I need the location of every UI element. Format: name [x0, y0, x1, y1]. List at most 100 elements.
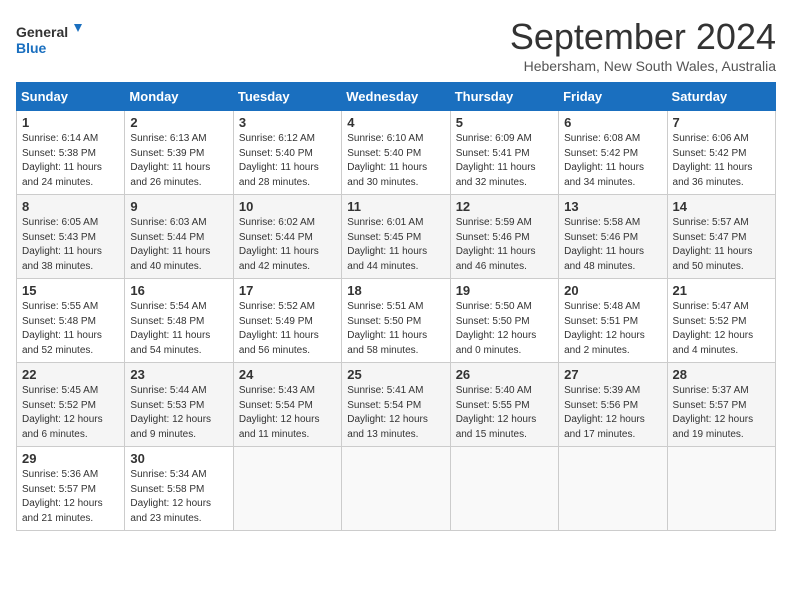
calendar-cell: [667, 447, 775, 531]
day-number: 11: [347, 199, 444, 214]
calendar-cell: 16 Sunrise: 5:54 AMSunset: 5:48 PMDaylig…: [125, 279, 233, 363]
day-number: 30: [130, 451, 227, 466]
calendar-cell: 20 Sunrise: 5:48 AMSunset: 5:51 PMDaylig…: [559, 279, 667, 363]
logo-svg: General Blue: [16, 20, 86, 60]
day-info: Sunrise: 5:39 AMSunset: 5:56 PMDaylight:…: [564, 384, 661, 442]
day-info: Sunrise: 6:10 AMSunset: 5:40 PMDaylight:…: [347, 132, 444, 190]
header: General Blue September 2024 Hebersham, N…: [16, 16, 776, 74]
day-info: Sunrise: 6:01 AMSunset: 5:45 PMDaylight:…: [347, 216, 444, 274]
day-number: 28: [673, 367, 770, 382]
calendar-cell: 25 Sunrise: 5:41 AMSunset: 5:54 PMDaylig…: [342, 363, 450, 447]
day-number: 8: [22, 199, 119, 214]
day-number: 10: [239, 199, 336, 214]
week-row-4: 22 Sunrise: 5:45 AMSunset: 5:52 PMDaylig…: [17, 363, 776, 447]
day-info: Sunrise: 5:50 AMSunset: 5:50 PMDaylight:…: [456, 300, 553, 358]
day-info: Sunrise: 5:44 AMSunset: 5:53 PMDaylight:…: [130, 384, 227, 442]
day-number: 6: [564, 115, 661, 130]
weekday-header-monday: Monday: [125, 83, 233, 111]
calendar-cell: 24 Sunrise: 5:43 AMSunset: 5:54 PMDaylig…: [233, 363, 341, 447]
logo: General Blue: [16, 20, 86, 60]
calendar-cell: 22 Sunrise: 5:45 AMSunset: 5:52 PMDaylig…: [17, 363, 125, 447]
day-info: Sunrise: 5:36 AMSunset: 5:57 PMDaylight:…: [22, 468, 119, 526]
calendar-cell: 5 Sunrise: 6:09 AMSunset: 5:41 PMDayligh…: [450, 111, 558, 195]
day-info: Sunrise: 6:05 AMSunset: 5:43 PMDaylight:…: [22, 216, 119, 274]
title-area: September 2024 Hebersham, New South Wale…: [510, 16, 776, 74]
calendar-cell: 17 Sunrise: 5:52 AMSunset: 5:49 PMDaylig…: [233, 279, 341, 363]
day-number: 29: [22, 451, 119, 466]
calendar-cell: 15 Sunrise: 5:55 AMSunset: 5:48 PMDaylig…: [17, 279, 125, 363]
day-info: Sunrise: 5:40 AMSunset: 5:55 PMDaylight:…: [456, 384, 553, 442]
calendar-cell: 9 Sunrise: 6:03 AMSunset: 5:44 PMDayligh…: [125, 195, 233, 279]
day-number: 20: [564, 283, 661, 298]
day-info: Sunrise: 5:48 AMSunset: 5:51 PMDaylight:…: [564, 300, 661, 358]
day-info: Sunrise: 5:47 AMSunset: 5:52 PMDaylight:…: [673, 300, 770, 358]
weekday-header-friday: Friday: [559, 83, 667, 111]
day-info: Sunrise: 5:37 AMSunset: 5:57 PMDaylight:…: [673, 384, 770, 442]
calendar-cell: 7 Sunrise: 6:06 AMSunset: 5:42 PMDayligh…: [667, 111, 775, 195]
day-number: 27: [564, 367, 661, 382]
day-number: 4: [347, 115, 444, 130]
weekday-header-thursday: Thursday: [450, 83, 558, 111]
day-info: Sunrise: 6:08 AMSunset: 5:42 PMDaylight:…: [564, 132, 661, 190]
day-number: 7: [673, 115, 770, 130]
calendar-cell: 26 Sunrise: 5:40 AMSunset: 5:55 PMDaylig…: [450, 363, 558, 447]
day-number: 24: [239, 367, 336, 382]
calendar-cell: 29 Sunrise: 5:36 AMSunset: 5:57 PMDaylig…: [17, 447, 125, 531]
calendar-cell: 19 Sunrise: 5:50 AMSunset: 5:50 PMDaylig…: [450, 279, 558, 363]
day-info: Sunrise: 5:45 AMSunset: 5:52 PMDaylight:…: [22, 384, 119, 442]
day-info: Sunrise: 6:06 AMSunset: 5:42 PMDaylight:…: [673, 132, 770, 190]
calendar-cell: 3 Sunrise: 6:12 AMSunset: 5:40 PMDayligh…: [233, 111, 341, 195]
weekday-header-tuesday: Tuesday: [233, 83, 341, 111]
calendar-table: SundayMondayTuesdayWednesdayThursdayFrid…: [16, 82, 776, 531]
calendar-cell: [450, 447, 558, 531]
day-number: 12: [456, 199, 553, 214]
weekday-header-sunday: Sunday: [17, 83, 125, 111]
day-number: 18: [347, 283, 444, 298]
calendar-cell: 1 Sunrise: 6:14 AMSunset: 5:38 PMDayligh…: [17, 111, 125, 195]
day-info: Sunrise: 5:34 AMSunset: 5:58 PMDaylight:…: [130, 468, 227, 526]
weekday-header-wednesday: Wednesday: [342, 83, 450, 111]
calendar-cell: 4 Sunrise: 6:10 AMSunset: 5:40 PMDayligh…: [342, 111, 450, 195]
calendar-cell: 30 Sunrise: 5:34 AMSunset: 5:58 PMDaylig…: [125, 447, 233, 531]
day-info: Sunrise: 6:14 AMSunset: 5:38 PMDaylight:…: [22, 132, 119, 190]
day-number: 5: [456, 115, 553, 130]
day-info: Sunrise: 5:54 AMSunset: 5:48 PMDaylight:…: [130, 300, 227, 358]
calendar-cell: 23 Sunrise: 5:44 AMSunset: 5:53 PMDaylig…: [125, 363, 233, 447]
calendar-cell: 10 Sunrise: 6:02 AMSunset: 5:44 PMDaylig…: [233, 195, 341, 279]
calendar-cell: [233, 447, 341, 531]
day-info: Sunrise: 6:13 AMSunset: 5:39 PMDaylight:…: [130, 132, 227, 190]
day-number: 23: [130, 367, 227, 382]
svg-text:Blue: Blue: [16, 40, 47, 56]
calendar-cell: 28 Sunrise: 5:37 AMSunset: 5:57 PMDaylig…: [667, 363, 775, 447]
calendar-cell: 11 Sunrise: 6:01 AMSunset: 5:45 PMDaylig…: [342, 195, 450, 279]
day-info: Sunrise: 5:58 AMSunset: 5:46 PMDaylight:…: [564, 216, 661, 274]
calendar-cell: 2 Sunrise: 6:13 AMSunset: 5:39 PMDayligh…: [125, 111, 233, 195]
week-row-1: 1 Sunrise: 6:14 AMSunset: 5:38 PMDayligh…: [17, 111, 776, 195]
day-number: 17: [239, 283, 336, 298]
calendar-cell: [342, 447, 450, 531]
day-info: Sunrise: 6:09 AMSunset: 5:41 PMDaylight:…: [456, 132, 553, 190]
day-number: 22: [22, 367, 119, 382]
day-info: Sunrise: 5:51 AMSunset: 5:50 PMDaylight:…: [347, 300, 444, 358]
calendar-cell: 14 Sunrise: 5:57 AMSunset: 5:47 PMDaylig…: [667, 195, 775, 279]
day-number: 13: [564, 199, 661, 214]
day-number: 26: [456, 367, 553, 382]
day-info: Sunrise: 6:12 AMSunset: 5:40 PMDaylight:…: [239, 132, 336, 190]
calendar-cell: 13 Sunrise: 5:58 AMSunset: 5:46 PMDaylig…: [559, 195, 667, 279]
day-number: 15: [22, 283, 119, 298]
day-number: 9: [130, 199, 227, 214]
day-info: Sunrise: 6:03 AMSunset: 5:44 PMDaylight:…: [130, 216, 227, 274]
weekday-header-row: SundayMondayTuesdayWednesdayThursdayFrid…: [17, 83, 776, 111]
day-number: 25: [347, 367, 444, 382]
day-info: Sunrise: 5:41 AMSunset: 5:54 PMDaylight:…: [347, 384, 444, 442]
week-row-5: 29 Sunrise: 5:36 AMSunset: 5:57 PMDaylig…: [17, 447, 776, 531]
calendar-title: September 2024: [510, 16, 776, 58]
svg-text:General: General: [16, 24, 68, 40]
week-row-2: 8 Sunrise: 6:05 AMSunset: 5:43 PMDayligh…: [17, 195, 776, 279]
calendar-cell: 18 Sunrise: 5:51 AMSunset: 5:50 PMDaylig…: [342, 279, 450, 363]
day-info: Sunrise: 5:43 AMSunset: 5:54 PMDaylight:…: [239, 384, 336, 442]
day-number: 1: [22, 115, 119, 130]
calendar-cell: 12 Sunrise: 5:59 AMSunset: 5:46 PMDaylig…: [450, 195, 558, 279]
calendar-cell: [559, 447, 667, 531]
weekday-header-saturday: Saturday: [667, 83, 775, 111]
